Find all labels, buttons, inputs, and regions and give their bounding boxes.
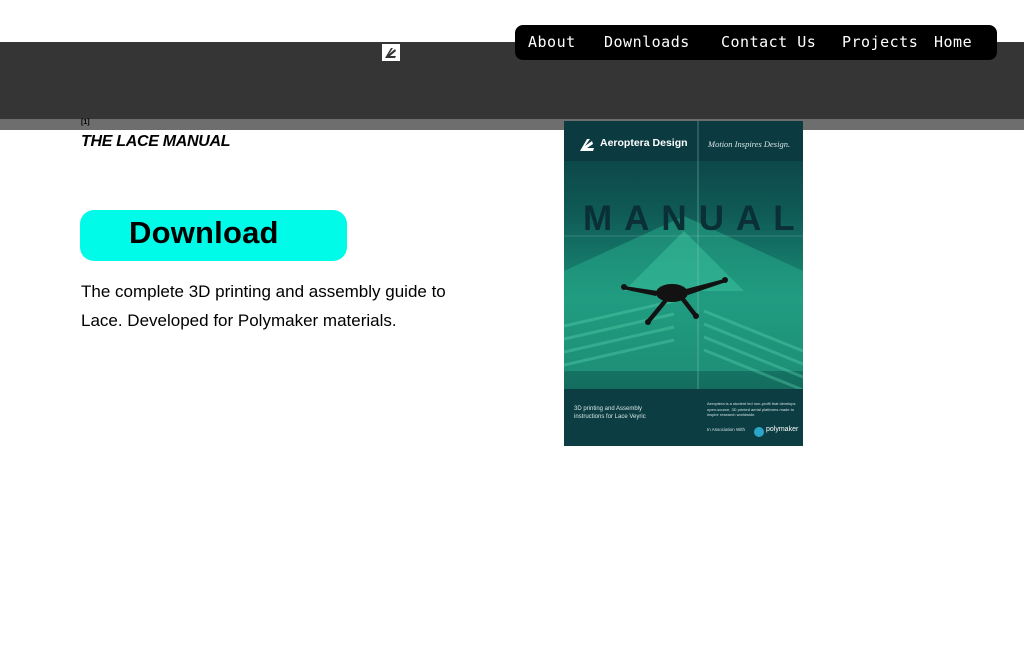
cover-tagline: Motion Inspires Design. <box>708 139 791 149</box>
nav-home[interactable]: Home <box>934 25 972 60</box>
page-title: THE LACE MANUAL <box>81 133 231 150</box>
manual-description: The complete 3D printing and assembly gu… <box>81 282 446 330</box>
nav-projects[interactable]: Projects <box>842 25 918 60</box>
download-button-label: Download <box>129 215 279 250</box>
top-navigation: About Downloads Contact Us Projects Home <box>515 25 997 60</box>
logo-wordmark: AEROPTERA <box>54 0 397 53</box>
cover-right-footer: Aeroptera is a student led non-profit th… <box>707 401 796 417</box>
site-logo[interactable]: AEROPTERA <box>54 0 414 64</box>
cover-title: MANUAL <box>583 199 803 238</box>
cover-association: In Association With <box>707 427 746 432</box>
header-sub-band <box>0 119 1024 130</box>
cover-left-footer: 3D printing and Assembly instructions fo… <box>574 406 646 420</box>
cover-artwork <box>564 121 803 446</box>
cover-brand: Aeroptera Design <box>600 137 688 149</box>
manual-cover-image: Aeroptera Design Motion Inspires Design.… <box>564 121 803 446</box>
nav-downloads[interactable]: Downloads <box>604 25 690 60</box>
nav-contact-us[interactable]: Contact Us <box>721 25 816 60</box>
download-button[interactable]: Download <box>80 210 347 261</box>
aeroptera-mark-icon <box>382 44 400 61</box>
cover-partner-logo: polymaker <box>766 426 799 433</box>
item-reference-number: [1] <box>81 119 90 126</box>
nav-about[interactable]: About <box>528 25 576 60</box>
